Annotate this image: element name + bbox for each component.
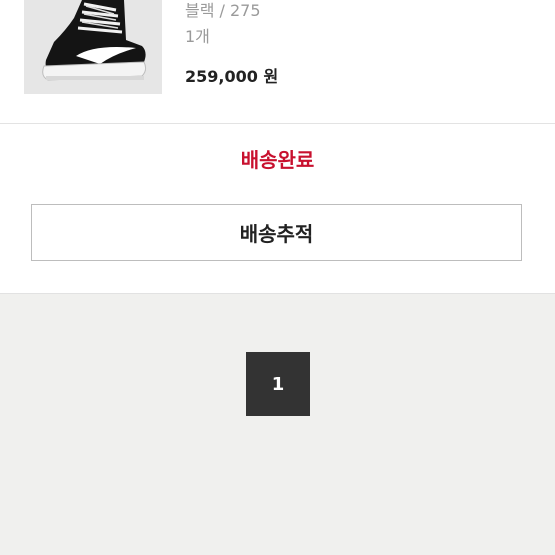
product-option: 블랙 / 275 xyxy=(185,1,261,20)
divider xyxy=(0,123,555,124)
track-delivery-button[interactable]: 배송추적 xyxy=(31,204,522,261)
product-image[interactable] xyxy=(24,0,162,94)
page-button-current[interactable]: 1 xyxy=(246,352,310,416)
order-card: 블랙 / 275 1개 259,000 원 배송완료 배송추적 xyxy=(0,0,555,294)
product-price: 259,000 원 xyxy=(185,67,279,86)
product-quantity: 1개 xyxy=(185,27,210,46)
delivery-status: 배송완료 xyxy=(240,148,315,172)
sneaker-boot-icon xyxy=(24,0,162,94)
